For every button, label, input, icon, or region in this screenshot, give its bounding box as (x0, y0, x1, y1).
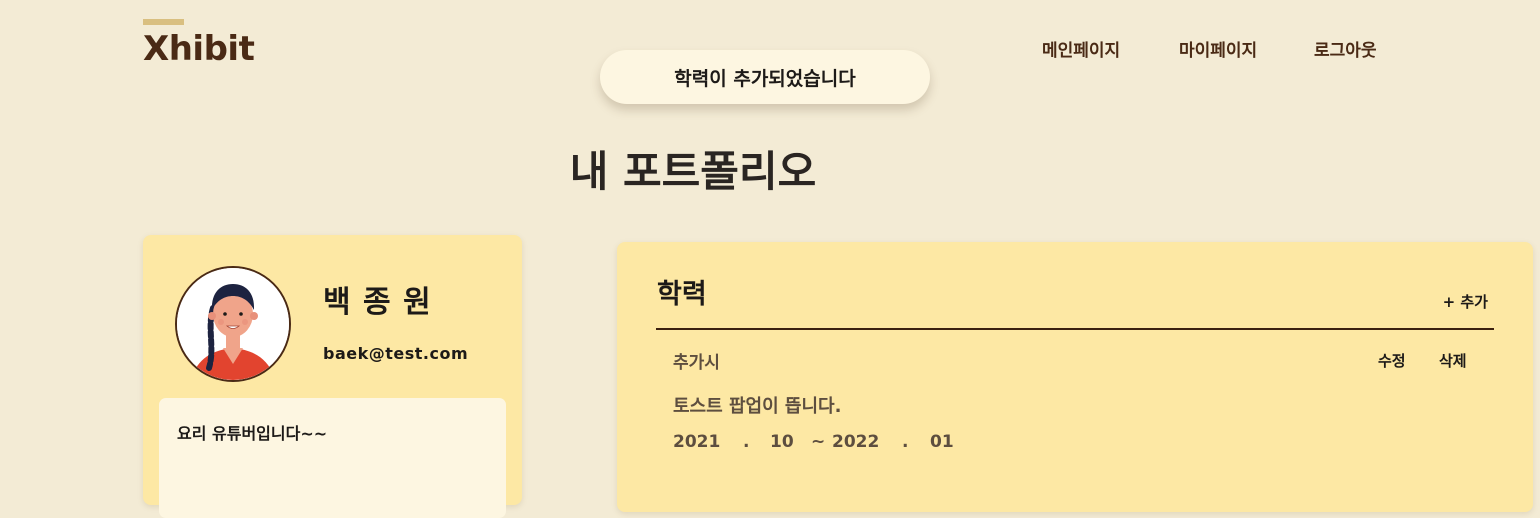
education-period: 2021 . 10 ~ 2022 . 01 (673, 432, 1033, 454)
education-title: 학력 (657, 279, 707, 310)
page-title: 내 포트폴리오 (569, 147, 817, 196)
toast-message: 학력이 추가되었습니다 (674, 67, 856, 90)
logo-accent-bar (143, 19, 184, 25)
profile-name: 백 종 원 (323, 285, 432, 320)
delete-education-button[interactable]: 삭제 (1439, 350, 1467, 371)
education-major: 토스트 팝업이 뜹니다. (673, 396, 842, 417)
logo[interactable]: Xhibit (143, 19, 283, 69)
nav-main-page[interactable]: 메인페이지 (1042, 36, 1120, 61)
date-range-tilde: ~ (811, 432, 826, 452)
end-month: 01 (930, 432, 954, 452)
profile-card: 백 종 원 baek@test.com 요리 유튜버입니다~~ (143, 235, 522, 518)
nav-my-page[interactable]: 마이페이지 (1179, 36, 1257, 61)
end-year: 2022 (832, 432, 880, 452)
logo-text: Xhibit (143, 29, 255, 69)
edit-education-button[interactable]: 수정 (1378, 350, 1406, 371)
toast-popup: 학력이 추가되었습니다 (600, 50, 930, 104)
date-separator-dot: . (743, 432, 750, 452)
date-separator-dot: . (902, 432, 909, 452)
start-month: 10 (770, 432, 794, 452)
add-education-button[interactable]: + 추가 (1443, 291, 1488, 312)
avatar (175, 266, 291, 382)
profile-email: baek@test.com (323, 344, 469, 363)
avatar-illustration-icon (177, 268, 289, 380)
bio-box: 요리 유튜버입니다~~ (159, 398, 506, 518)
education-school: 추가시 (673, 353, 720, 373)
education-divider (656, 328, 1494, 330)
nav-logout[interactable]: 로그아웃 (1314, 36, 1377, 61)
start-year: 2021 (673, 432, 721, 452)
education-card: 학력 + 추가 추가시 수정 삭제 토스트 팝업이 뜹니다. 2021 . 10… (617, 242, 1533, 512)
profile-bio: 요리 유튜버입니다~~ (177, 424, 328, 443)
